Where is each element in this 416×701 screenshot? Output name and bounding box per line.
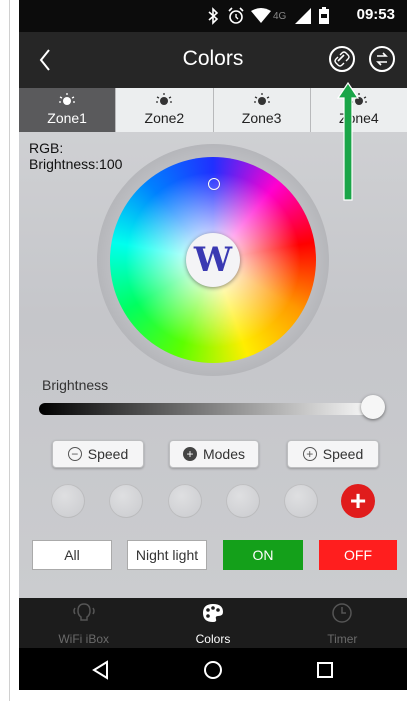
battery-icon	[318, 6, 330, 26]
tab-label: WiFi iBox	[58, 632, 109, 646]
color-selector-handle[interactable]	[208, 178, 220, 190]
white-mode-button[interactable]: W	[186, 233, 240, 287]
preset-color-3[interactable]	[168, 484, 202, 518]
modes-label: Modes	[202, 446, 246, 462]
all-button[interactable]: All	[32, 540, 112, 570]
nav-home-icon[interactable]	[201, 658, 225, 682]
app-header: Colors	[19, 32, 407, 88]
brightness-readout: Brightness:100	[29, 156, 123, 172]
color-wheel[interactable]: W	[110, 157, 316, 363]
on-button[interactable]: ON	[223, 540, 303, 570]
preset-color-5[interactable]	[284, 484, 318, 518]
phone-screen: 4G 09:53 Colors Zone1 Zone2 Zone3 Zone4 …	[19, 0, 407, 690]
color-wheel-ring: W	[97, 144, 329, 376]
add-preset-button[interactable]: +	[341, 484, 375, 518]
preset-color-1[interactable]	[51, 484, 85, 518]
network-type: 4G	[273, 10, 287, 22]
zone-label: Zone3	[241, 110, 282, 126]
nav-back-icon[interactable]	[89, 658, 113, 682]
speed-down-label: Speed	[87, 446, 129, 462]
left-margin	[0, 0, 19, 701]
wifi-bulb-icon	[72, 603, 95, 621]
speed-up-label: Speed	[322, 446, 364, 462]
brightness-label: Brightness	[42, 377, 109, 393]
tab-label: Colors	[195, 632, 231, 646]
preset-color-2[interactable]	[109, 484, 143, 518]
tab-colors[interactable]: Colors	[148, 598, 277, 648]
speed-down-button[interactable]: − Speed	[52, 440, 144, 468]
tab-timer[interactable]: Timer	[278, 598, 407, 648]
zone-label: Zone1	[47, 110, 87, 126]
wifi-icon	[251, 6, 271, 26]
color-info: RGB: Brightness:100	[29, 140, 122, 172]
link-icon	[334, 51, 350, 67]
tab-zone2[interactable]: Zone2	[116, 88, 214, 132]
tab-zone1[interactable]: Zone1	[19, 88, 117, 132]
off-button[interactable]: OFF	[319, 540, 397, 570]
annotation-arrow-icon	[337, 82, 359, 201]
alarm-icon	[227, 6, 245, 26]
preset-color-4[interactable]	[226, 484, 260, 518]
nav-recents-icon[interactable]	[313, 658, 337, 682]
bluetooth-icon	[207, 6, 219, 26]
plus-circle-icon: +	[302, 447, 317, 461]
sun-icon	[253, 93, 270, 105]
bottom-tab-bar: WiFi iBox Colors Timer	[19, 598, 407, 648]
brightness-track[interactable]	[39, 403, 379, 415]
status-bar: 4G 09:53	[19, 0, 407, 32]
clock-icon	[332, 603, 353, 623]
speed-up-button[interactable]: + Speed	[287, 440, 379, 468]
night-light-button[interactable]: Night light	[127, 540, 207, 570]
sun-icon	[156, 93, 173, 105]
tab-label: Timer	[327, 632, 358, 646]
tab-zone3[interactable]: Zone3	[214, 88, 311, 132]
modes-icon: +	[182, 447, 197, 461]
modes-button[interactable]: + Modes	[169, 440, 259, 468]
sync-button[interactable]	[369, 46, 395, 72]
signal-icon	[295, 6, 311, 26]
zone-label: Zone2	[144, 110, 185, 126]
sun-icon	[59, 93, 76, 105]
link-button[interactable]	[329, 46, 355, 72]
sync-icon	[376, 52, 388, 66]
system-nav-bar	[19, 648, 407, 690]
brightness-thumb[interactable]	[361, 395, 385, 419]
minus-circle-icon: −	[67, 447, 82, 461]
rgb-readout: RGB:	[29, 140, 64, 156]
brightness-slider[interactable]	[39, 395, 385, 419]
status-time: 09:53	[356, 6, 395, 23]
tab-wifi-ibox[interactable]: WiFi iBox	[19, 598, 148, 648]
palette-icon	[202, 604, 223, 622]
